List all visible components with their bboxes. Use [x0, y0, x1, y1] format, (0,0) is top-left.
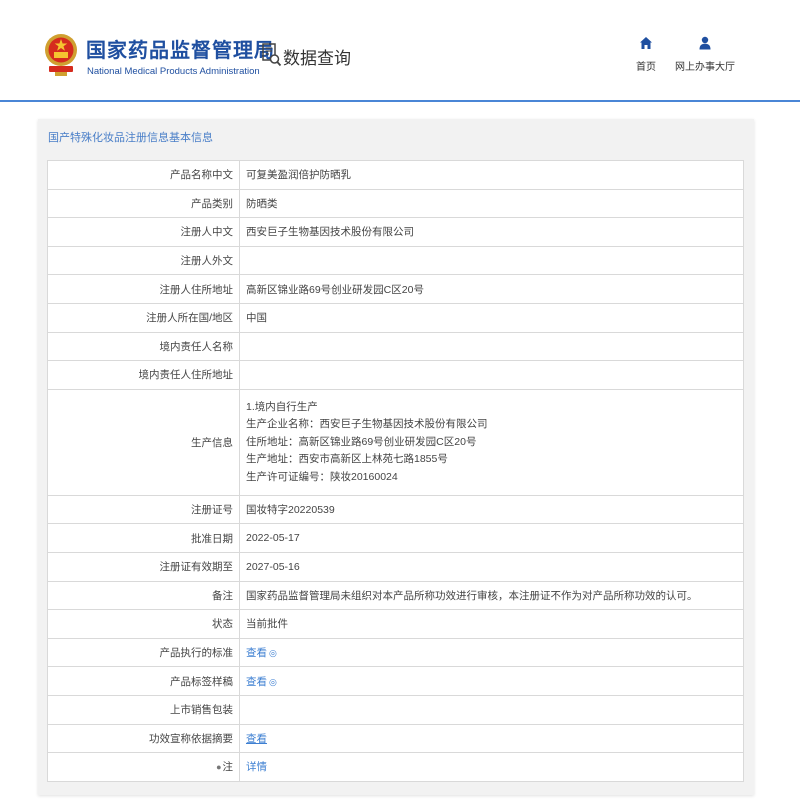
table-row: 备注 国家药品监督管理局未组织对本产品所称功效进行审核，本注册证不作为对产品所称… — [47, 580, 744, 611]
table-row: 产品类别 防晒类 — [47, 188, 744, 219]
row-label: 功效宣称依据摘要 — [47, 723, 240, 754]
row-label: 注册人住所地址 — [47, 274, 240, 304]
production-line: 生产地址：西安市高新区上林苑七路1855号 — [246, 453, 448, 465]
table-row-production: 生产信息 1.境内自行生产 生产企业名称：西安巨子生物基因技术股份有限公司 住所… — [47, 388, 744, 496]
row-label: 状态 — [47, 609, 240, 639]
production-line: 1.境内自行生产 — [246, 400, 318, 413]
row-label: 产品执行的标准 — [47, 637, 240, 668]
site-title-cn: 国家药品监督管理局 — [86, 40, 275, 62]
row-label: 注册证号 — [47, 494, 240, 525]
production-line: 住所地址：高新区锦业路69号创业研发园C区20号 — [246, 435, 477, 448]
row-value: 国家药品监督管理局未组织对本产品所称功效进行审核，本注册证不作为对产品所称功效的… — [239, 580, 744, 611]
registration-info-panel: 国产特殊化妆品注册信息基本信息 产品名称中文 可复美盈润倍护防晒乳 产品类别 防… — [38, 119, 754, 795]
view-efficacy-link[interactable]: 查看 — [246, 733, 267, 745]
view-eye-icon: ◎ — [269, 648, 277, 659]
data-query-title: 数据查询 — [283, 49, 351, 68]
table-row: 功效宣称依据摘要 查看 — [47, 723, 744, 754]
row-label: 上市销售包装 — [47, 694, 240, 725]
production-line: 生产企业名称：西安巨子生物基因技术股份有限公司 — [246, 418, 488, 430]
home-icon — [640, 37, 652, 49]
row-value — [239, 331, 744, 362]
production-info: 1.境内自行生产 生产企业名称：西安巨子生物基因技术股份有限公司 住所地址：高新… — [239, 388, 744, 496]
row-value: 可复美盈润倍护防晒乳 — [239, 160, 744, 190]
row-label: 批准日期 — [47, 523, 240, 553]
table-row: 上市销售包装 — [47, 694, 744, 725]
row-value: 国妆特字20220539 — [239, 494, 744, 525]
row-label: 境内责任人名称 — [47, 331, 240, 362]
table-row: 注册人所在国/地区 中国 — [47, 302, 744, 333]
table-row: 产品执行的标准 查看 ◎ — [47, 637, 744, 668]
nav-home[interactable]: 首页 — [632, 36, 660, 73]
row-label: 注册人外文 — [47, 245, 240, 276]
user-icon — [699, 36, 711, 50]
table-row: 批准日期 2022-05-17 — [47, 523, 744, 553]
row-value: 西安巨子生物基因技术股份有限公司 — [239, 217, 744, 247]
view-standard-link[interactable]: 查看 — [246, 647, 267, 659]
site-title-en: National Medical Products Administration — [87, 66, 260, 77]
table-row: 注册人中文 西安巨子生物基因技术股份有限公司 — [47, 217, 744, 247]
table-row: 境内责任人名称 — [47, 331, 744, 362]
table-row: 产品名称中文 可复美盈润倍护防晒乳 — [47, 160, 744, 190]
view-label-sample-link[interactable]: 查看 — [246, 676, 267, 688]
national-emblem-icon — [45, 34, 77, 76]
row-value: 2022-05-17 — [239, 523, 744, 553]
row-label: 注册人所在国/地区 — [47, 302, 240, 333]
site-header: 国家药品监督管理局 National Medical Products Admi… — [0, 0, 800, 102]
table-row: 产品标签样稿 查看 ◎ — [47, 666, 744, 696]
data-query-icon — [262, 43, 282, 67]
row-label: 境内责任人住所地址 — [47, 360, 240, 390]
table-row: 注册人住所地址 高新区锦业路69号创业研发园C区20号 — [47, 274, 744, 304]
row-label: 注册证有效期至 — [47, 551, 240, 582]
row-value: 高新区锦业路69号创业研发园C区20号 — [239, 274, 744, 304]
location-pin-icon: ● — [216, 762, 222, 773]
row-label: 产品名称中文 — [47, 160, 240, 190]
row-value — [239, 245, 744, 276]
row-label: 备注 — [47, 580, 240, 611]
table-row: 注册证有效期至 2027-05-16 — [47, 551, 744, 582]
row-label: 注册人中文 — [47, 217, 240, 247]
row-value — [239, 360, 744, 390]
row-label: 产品标签样稿 — [47, 666, 240, 696]
nav-online-hall[interactable]: 网上办事大厅 — [674, 36, 736, 73]
registration-info-table: 产品名称中文 可复美盈润倍护防晒乳 产品类别 防晒类 注册人中文 西安巨子生物基… — [47, 160, 744, 782]
row-label: 生产信息 — [47, 388, 240, 496]
row-value — [239, 694, 744, 725]
view-eye-icon: ◎ — [269, 676, 277, 687]
nav-home-label: 首页 — [636, 62, 656, 73]
row-label: 注 — [222, 761, 234, 774]
panel-title: 国产特殊化妆品注册信息基本信息 — [48, 132, 213, 144]
table-row: 境内责任人住所地址 — [47, 360, 744, 390]
table-row: 状态 当前批件 — [47, 609, 744, 639]
row-value: 2027-05-16 — [239, 551, 744, 582]
production-line: 生产许可证编号：陕妆20160024 — [246, 470, 398, 483]
table-row: 注册人外文 — [47, 245, 744, 276]
row-label: 产品类别 — [47, 188, 240, 219]
row-value: 中国 — [239, 302, 744, 333]
row-value: 防晒类 — [239, 188, 744, 219]
table-row: 注册证号 国妆特字20220539 — [47, 494, 744, 525]
note-details-link[interactable]: 详情 — [246, 761, 267, 773]
nav-online-hall-label: 网上办事大厅 — [675, 62, 735, 73]
row-value: 当前批件 — [239, 609, 744, 639]
table-row: ●注 详情 — [47, 752, 744, 782]
